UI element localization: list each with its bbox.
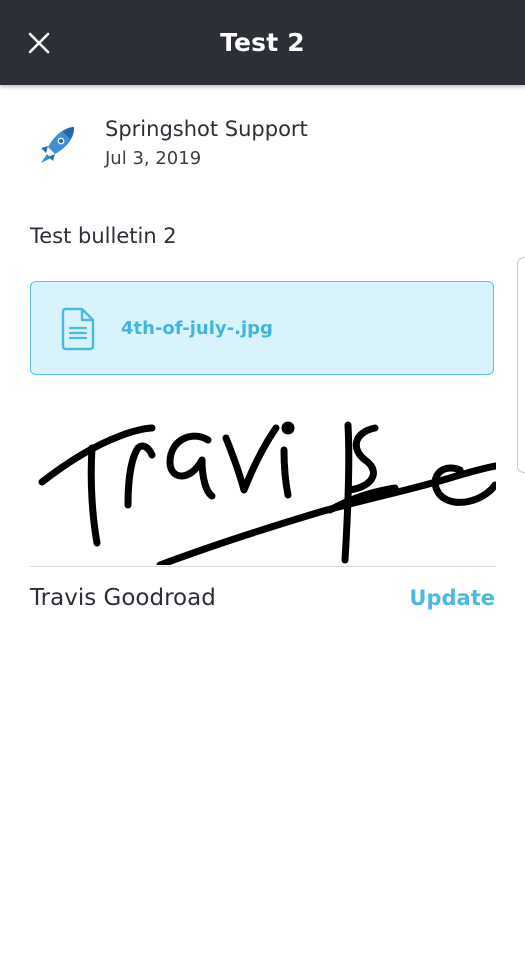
post-date: Jul 3, 2019	[105, 148, 202, 169]
scroll-handle[interactable]	[517, 257, 525, 473]
attachment-file-name: 4th-of-july-.jpg	[121, 318, 273, 339]
document-icon	[61, 307, 95, 351]
top-app-bar: Test 2	[0, 0, 525, 85]
divider	[30, 566, 496, 567]
signer-name: Travis Goodroad	[30, 585, 216, 611]
page-title: Test 2	[220, 28, 305, 57]
author-name: Springshot Support	[105, 117, 308, 141]
update-signature-button[interactable]: Update	[409, 586, 495, 610]
attachment-card[interactable]: 4th-of-july-.jpg	[30, 281, 494, 375]
signature-image	[38, 421, 496, 565]
rocket-icon	[41, 127, 75, 163]
bulletin-body: Test bulletin 2	[30, 224, 177, 248]
